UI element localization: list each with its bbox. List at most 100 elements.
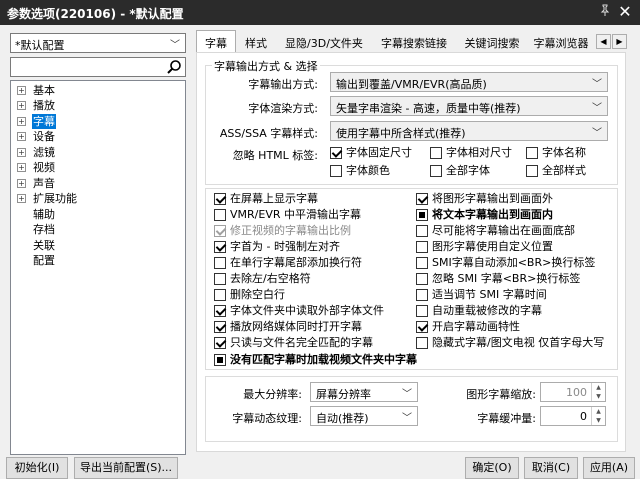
tab-scroll-right-icon[interactable]: ▶ xyxy=(612,34,627,49)
checkbox-box[interactable] xyxy=(214,321,226,333)
graphic-subs-custom-position-checkbox[interactable]: 图形字幕使用自定义位置 xyxy=(416,240,553,255)
render-mode-select[interactable]: 矢量字串渲染 - 高速，质量中等(推荐) ﹀ xyxy=(330,96,608,116)
tab-show-hide-3d-folder[interactable]: 显隐/3D/文件夹 xyxy=(279,32,369,52)
checkbox-box[interactable] xyxy=(214,305,226,317)
expand-icon[interactable]: + xyxy=(17,101,26,110)
ignore-all-styles-checkbox[interactable]: 全部样式 xyxy=(526,164,586,179)
remove-blank-lines-checkbox[interactable]: 删除空白行 xyxy=(214,288,285,303)
init-button[interactable]: 初始化(I) xyxy=(6,457,68,479)
pin-icon[interactable] xyxy=(598,4,612,18)
load-external-fonts-checkbox[interactable]: 字体文件夹中读取外部字体文件 xyxy=(214,304,384,319)
checkbox-label: SMI字幕自动添加<BR>换行标签 xyxy=(432,256,596,269)
close-icon[interactable]: ✕ xyxy=(616,3,634,21)
buffer-value: 0 xyxy=(580,410,587,423)
tab-subtitle-search-links[interactable]: 字幕搜索链接 xyxy=(373,32,455,52)
cancel-button[interactable]: 取消(C) xyxy=(524,457,578,479)
checkbox-box[interactable] xyxy=(214,257,226,269)
dash-left-align-checkbox[interactable]: 字首为 - 时强制左对齐 xyxy=(214,240,340,255)
ignore-font-name-checkbox[interactable]: 字体名称 xyxy=(526,146,586,161)
smi-adjust-timing-checkbox[interactable]: 适当调节 SMI 字幕时间 xyxy=(416,288,547,303)
checkbox-box[interactable] xyxy=(416,241,428,253)
tab-style[interactable]: 样式 xyxy=(238,32,274,52)
buffer-stepper[interactable]: 0 ▲ ▼ xyxy=(540,406,606,426)
checkbox-label: 播放网络媒体同时打开字幕 xyxy=(230,320,362,333)
ass-style-select[interactable]: 使用字幕中所含样式(推荐) ﹀ xyxy=(330,121,608,141)
checkbox-label: 将图形字幕输出到画面外 xyxy=(432,192,553,205)
cc-first-letter-caps-checkbox[interactable]: 隐藏式字幕/图文电视 仅首字母大写 xyxy=(416,336,604,351)
smi-ignore-br-checkbox[interactable]: 忽略 SMI 字幕<BR>换行标签 xyxy=(416,272,580,287)
max-resolution-select[interactable]: 屏幕分辨率 ﹀ xyxy=(310,382,418,402)
trim-spaces-checkbox[interactable]: 去除左/右空格符 xyxy=(214,272,311,287)
stepper-arrows-icon[interactable]: ▲ ▼ xyxy=(591,407,605,425)
profile-select[interactable]: *默认配置 ﹀ xyxy=(10,33,186,53)
checkbox-box[interactable] xyxy=(214,337,226,349)
ok-button[interactable]: 确定(O) xyxy=(465,457,519,479)
checkbox-box[interactable] xyxy=(416,209,428,221)
checkbox-box[interactable] xyxy=(526,147,538,159)
text-subs-inside-checkbox[interactable]: 将文本字幕输出到画面内 xyxy=(416,208,553,223)
texture-select[interactable]: 自动(推荐) ﹀ xyxy=(310,406,418,426)
checkbox-label: 图形字幕使用自定义位置 xyxy=(432,240,553,253)
chevron-down-icon: ﹀ xyxy=(592,79,602,90)
checkbox-box[interactable] xyxy=(416,321,428,333)
checkbox-box[interactable] xyxy=(214,241,226,253)
graphic-scale-stepper[interactable]: 100 ▲ ▼ xyxy=(540,382,606,402)
expand-icon[interactable]: + xyxy=(17,163,26,172)
load-folder-subs-checkbox[interactable]: 没有匹配字幕时加载视频文件夹中字幕 xyxy=(214,353,417,368)
checkbox-box[interactable] xyxy=(214,209,226,221)
expand-icon[interactable]: + xyxy=(17,194,26,203)
checkbox-box[interactable] xyxy=(214,354,226,366)
tab-subtitles[interactable]: 字幕 xyxy=(196,30,236,53)
search-icon[interactable] xyxy=(166,59,182,75)
tab-scroll-left-icon[interactable]: ◀ xyxy=(596,34,611,49)
checkbox-box[interactable] xyxy=(330,147,342,159)
checkbox-box[interactable] xyxy=(416,257,428,269)
checkbox-box[interactable] xyxy=(416,273,428,285)
checkbox-box[interactable] xyxy=(430,165,442,177)
ignore-font-relative-size-checkbox[interactable]: 字体相对尺寸 xyxy=(430,146,512,161)
stepper-arrows-icon[interactable]: ▲ ▼ xyxy=(591,383,605,401)
expand-icon[interactable]: + xyxy=(17,148,26,157)
chevron-down-icon: ﹀ xyxy=(402,413,412,424)
checkbox-box[interactable] xyxy=(214,193,226,205)
subs-at-bottom-checkbox[interactable]: 尽可能将字幕输出在画面底部 xyxy=(416,224,575,239)
ignore-font-fixed-size-checkbox[interactable]: 字体固定尺寸 xyxy=(330,146,412,161)
ignore-font-color-checkbox[interactable]: 字体颜色 xyxy=(330,164,390,179)
checkbox-box[interactable] xyxy=(526,165,538,177)
expand-icon[interactable]: + xyxy=(17,86,26,95)
search-input[interactable] xyxy=(10,57,186,77)
checkbox-box[interactable] xyxy=(416,193,428,205)
checkbox-box[interactable] xyxy=(214,225,226,237)
tab-keyword-search[interactable]: 关键词搜索 xyxy=(457,32,527,52)
settings-tree[interactable]: + 基本 + 播放 + 字幕 + 设备 + 滤镜 + 视频 + 声音 + 扩展功能 辅助 存档 … xyxy=(10,80,186,455)
apply-button[interactable]: 应用(A) xyxy=(583,457,635,479)
checkbox-box[interactable] xyxy=(430,147,442,159)
checkbox-box[interactable] xyxy=(416,225,428,237)
max-resolution-value: 屏幕分辨率 xyxy=(316,388,371,401)
expand-icon[interactable]: + xyxy=(17,117,26,126)
output-mode-select[interactable]: 输出到覆盖/VMR/EVR(高品质) ﹀ xyxy=(330,72,608,92)
checkbox-box[interactable] xyxy=(330,165,342,177)
graphic-subs-outside-checkbox[interactable]: 将图形字幕输出到画面外 xyxy=(416,192,553,207)
single-line-newline-checkbox[interactable]: 在单行字幕尾部添加换行符 xyxy=(214,256,362,271)
checkbox-box[interactable] xyxy=(416,289,428,301)
show-subtitles-checkbox[interactable]: 在屏幕上显示字幕 xyxy=(214,192,318,207)
subtitle-animation-checkbox[interactable]: 开启字幕动画特性 xyxy=(416,320,520,335)
expand-icon[interactable]: + xyxy=(17,179,26,188)
checkbox-label: 开启字幕动画特性 xyxy=(432,320,520,333)
exact-filename-match-checkbox[interactable]: 只读与文件名完全匹配的字幕 xyxy=(214,336,373,351)
checkbox-box[interactable] xyxy=(416,305,428,317)
checkbox-box[interactable] xyxy=(214,289,226,301)
tab-subtitle-browser[interactable]: 字幕浏览器 xyxy=(531,32,591,52)
network-media-subtitles-checkbox[interactable]: 播放网络媒体同时打开字幕 xyxy=(214,320,362,335)
checkbox-box[interactable] xyxy=(214,273,226,285)
expand-icon[interactable]: + xyxy=(17,132,26,141)
graphic-scale-label: 图形字幕缩放: xyxy=(466,388,536,401)
checkbox-box[interactable] xyxy=(416,337,428,349)
export-config-button[interactable]: 导出当前配置(S)... xyxy=(74,457,178,479)
fix-video-subtitle-ratio-checkbox[interactable]: 修正视频的字幕输出比例 xyxy=(214,224,351,239)
auto-reload-modified-checkbox[interactable]: 自动重载被修改的字幕 xyxy=(416,304,542,319)
ignore-all-fonts-checkbox[interactable]: 全部字体 xyxy=(430,164,490,179)
smi-auto-br-checkbox[interactable]: SMI字幕自动添加<BR>换行标签 xyxy=(416,256,595,271)
vmr-smooth-output-checkbox[interactable]: VMR/EVR 中平滑输出字幕 xyxy=(214,208,361,223)
